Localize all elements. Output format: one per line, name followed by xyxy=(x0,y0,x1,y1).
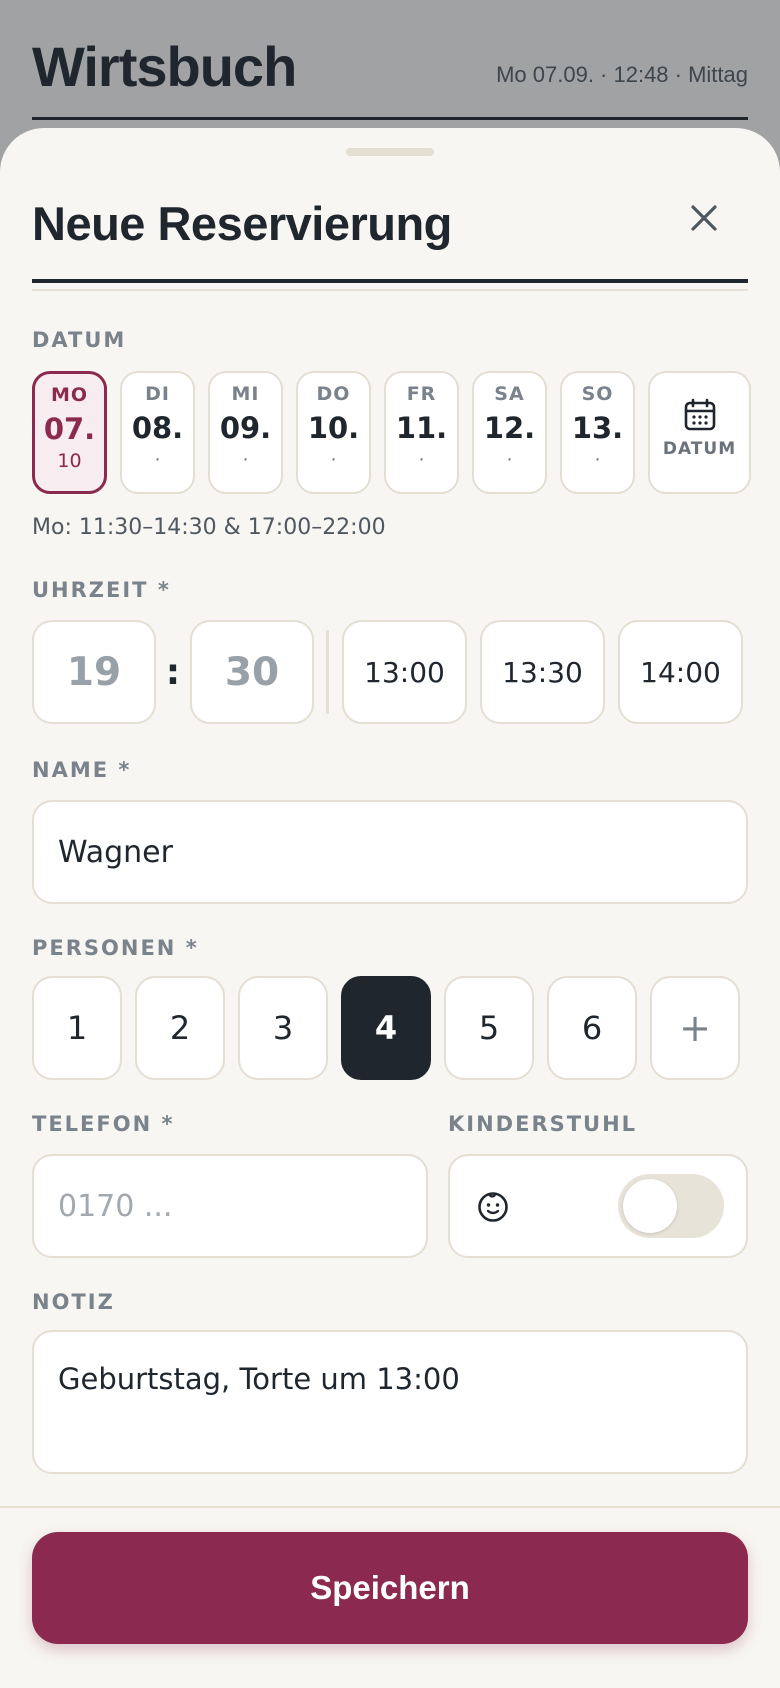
divider xyxy=(32,117,748,120)
close-button[interactable] xyxy=(680,194,728,242)
app-title: Wirtsbuch xyxy=(32,35,297,98)
save-button[interactable]: Speichern xyxy=(32,1532,748,1644)
reservation-sheet: Neue Reservierung DATUM MO 07. 10 DI 08.… xyxy=(0,128,780,1688)
title-divider-secondary xyxy=(32,289,748,291)
uhrzeit-label: UHRZEIT * xyxy=(32,578,171,602)
time-separator: : xyxy=(165,651,181,693)
date-tile-fr[interactable]: FR 11. · xyxy=(384,371,459,494)
time-chip-1330[interactable]: 13:30 xyxy=(480,620,605,724)
date-selector: MO 07. 10 DI 08. · MI 09. · DO 10. · FR … xyxy=(32,371,751,494)
date-dow: DO xyxy=(316,383,351,405)
party-size-2[interactable]: 2 xyxy=(135,976,225,1080)
title-divider xyxy=(32,279,748,283)
date-tile-mo[interactable]: MO 07. 10 xyxy=(32,371,107,494)
datum-label: DATUM xyxy=(32,328,127,352)
personen-label: PERSONEN * xyxy=(32,936,199,960)
party-size-5[interactable]: 5 xyxy=(444,976,534,1080)
high-chair-toggle[interactable] xyxy=(618,1174,724,1238)
party-size-selector: 1 2 3 4 5 6 + xyxy=(32,976,740,1080)
opening-hours: Mo: 11:30–14:30 & 17:00–22:00 xyxy=(32,515,386,540)
party-size-4[interactable]: 4 xyxy=(341,976,431,1080)
time-chip-1400[interactable]: 14:00 xyxy=(618,620,743,724)
date-dow: MI xyxy=(231,383,260,405)
date-dow: MO xyxy=(50,384,89,406)
date-tile-so[interactable]: SO 13. · xyxy=(560,371,635,494)
date-reservation-count: · xyxy=(594,449,601,471)
date-tile-sa[interactable]: SA 12. · xyxy=(472,371,547,494)
date-day: 08. xyxy=(131,411,184,445)
calendar-icon xyxy=(684,398,715,431)
date-reservation-count: · xyxy=(242,449,249,471)
date-day: 09. xyxy=(219,411,272,445)
date-tile-di[interactable]: DI 08. · xyxy=(120,371,195,494)
date-tile-mi[interactable]: MI 09. · xyxy=(208,371,283,494)
date-dow: DI xyxy=(145,383,170,405)
phone-field[interactable]: 0170 ... xyxy=(32,1154,428,1258)
date-dow: SA xyxy=(494,383,525,405)
high-chair-toggle-field[interactable] xyxy=(448,1154,748,1258)
date-day: 07. xyxy=(43,412,96,446)
date-reservation-count: · xyxy=(330,449,337,471)
divider xyxy=(0,1506,780,1508)
party-size-more-button[interactable]: + xyxy=(650,976,740,1080)
baby-icon xyxy=(478,1192,508,1222)
date-picker-label: DATUM xyxy=(662,439,737,459)
party-size-6[interactable]: 6 xyxy=(547,976,637,1080)
date-reservation-count: 10 xyxy=(57,450,82,472)
date-day: 13. xyxy=(571,411,624,445)
notiz-label: NOTIZ xyxy=(32,1290,115,1314)
date-reservation-count: · xyxy=(418,449,425,471)
note-textarea[interactable]: Geburtstag, Torte um 13:00 xyxy=(32,1330,748,1474)
time-chip-1300[interactable]: 13:00 xyxy=(342,620,467,724)
name-label: NAME * xyxy=(32,758,132,782)
party-size-1[interactable]: 1 xyxy=(32,976,122,1080)
date-day: 12. xyxy=(483,411,536,445)
sheet-title: Neue Reservierung xyxy=(32,197,452,250)
date-dow: FR xyxy=(406,383,437,405)
date-reservation-count: · xyxy=(506,449,513,471)
kinderstuhl-label: KINDERSTUHL xyxy=(448,1112,638,1136)
date-tile-do[interactable]: DO 10. · xyxy=(296,371,371,494)
time-selector: 19 : 30 13:00 13:30 14:00 xyxy=(32,620,756,724)
party-size-3[interactable]: 3 xyxy=(238,976,328,1080)
date-picker-button[interactable]: DATUM xyxy=(648,371,751,494)
close-icon xyxy=(691,205,717,231)
name-field[interactable]: Wagner xyxy=(32,800,748,904)
divider xyxy=(326,630,329,714)
telefon-label: TELEFON * xyxy=(32,1112,175,1136)
date-day: 10. xyxy=(307,411,360,445)
date-day: 11. xyxy=(395,411,448,445)
sheet-grabber[interactable] xyxy=(346,148,434,156)
app-status-meta: Mo 07.09. · 12:48 · Mittag xyxy=(496,62,748,87)
date-dow: SO xyxy=(581,383,614,405)
hour-input[interactable]: 19 xyxy=(32,620,156,724)
minute-input[interactable]: 30 xyxy=(190,620,314,724)
date-reservation-count: · xyxy=(154,449,161,471)
toggle-knob xyxy=(623,1179,677,1233)
